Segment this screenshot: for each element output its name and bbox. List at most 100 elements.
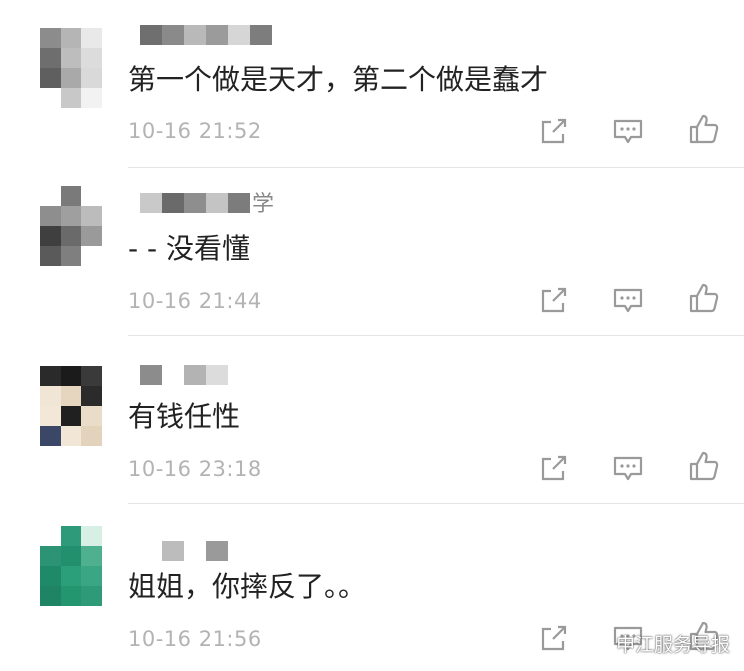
avatar-pixel <box>60 406 82 426</box>
avatar-pixel <box>60 386 82 406</box>
share-icon[interactable] <box>538 622 570 654</box>
avatar-pixel <box>40 526 61 546</box>
reply-icon-svg <box>613 456 643 481</box>
avatar-pixel <box>40 68 61 88</box>
avatar-pixel <box>81 186 102 206</box>
comment-time: 10-16 21:44 <box>128 289 262 313</box>
like-icon-svg <box>689 114 719 144</box>
like-icon[interactable] <box>688 113 720 145</box>
avatar-pixel <box>81 566 102 586</box>
username[interactable] <box>140 365 230 389</box>
share-icon-svg <box>541 455 567 481</box>
username[interactable] <box>140 541 230 565</box>
avatar-pixel <box>40 88 61 108</box>
avatar-pixel <box>81 226 102 246</box>
comment-text: 第一个做是天才，第二个做是蠢才 <box>128 63 549 96</box>
comment-time: 10-16 21:52 <box>128 119 262 143</box>
username-mosaic-block <box>140 193 162 213</box>
avatar[interactable] <box>40 366 102 446</box>
comment-time: 10-16 23:18 <box>128 457 262 481</box>
comment-time: 10-16 21:56 <box>128 627 262 651</box>
username-mosaic-block <box>184 193 206 213</box>
comment-text: 姐姐，你摔反了。。 <box>128 570 367 603</box>
avatar-pixel <box>81 386 102 406</box>
avatar-pixel <box>40 48 61 68</box>
username-mosaic-block <box>250 25 272 45</box>
avatar-pixel <box>81 206 102 226</box>
username-mosaic-block <box>184 541 206 561</box>
share-icon-svg <box>541 287 567 313</box>
username-mosaic <box>140 365 228 389</box>
username-mosaic-block <box>184 365 206 385</box>
comment-item: 有钱任性 10-16 23:18 <box>0 336 744 504</box>
reply-icon[interactable] <box>612 452 644 484</box>
comment-item: 第一个做是天才，第二个做是蠢才 10-16 21:52 <box>0 0 744 168</box>
avatar-pixel <box>60 226 82 246</box>
like-icon-svg <box>689 451 719 481</box>
comment-text: - - 没看懂 <box>128 232 251 265</box>
comment-item: 学 - - 没看懂 10-16 21:44 <box>0 168 744 336</box>
avatar-pixel <box>60 546 82 566</box>
wechat-logo-icon <box>586 633 612 652</box>
avatar-pixel <box>81 406 102 426</box>
reply-icon[interactable] <box>612 115 644 147</box>
share-icon[interactable] <box>538 115 570 147</box>
username[interactable]: 学 <box>140 192 275 217</box>
avatar-pixel <box>60 246 82 266</box>
avatar-pixel <box>60 88 82 108</box>
reply-icon-svg <box>613 288 643 313</box>
watermark: 申江服务导报 <box>586 627 730 659</box>
avatar-pixel <box>81 586 102 606</box>
avatar-pixel <box>40 366 61 386</box>
username-mosaic-block <box>162 541 184 561</box>
like-icon[interactable] <box>688 450 720 482</box>
username-mosaic <box>140 193 250 217</box>
avatar-pixel <box>60 586 82 606</box>
username-mosaic-block <box>206 25 228 45</box>
avatar-pixel <box>81 68 102 88</box>
avatar-pixel <box>40 406 61 426</box>
avatar-pixel <box>81 366 102 386</box>
username-mosaic-block <box>140 541 162 561</box>
reply-icon[interactable] <box>612 284 644 316</box>
avatar-pixel <box>40 246 61 266</box>
avatar-pixel <box>60 48 82 68</box>
username[interactable] <box>140 25 274 49</box>
share-icon-svg <box>541 625 567 651</box>
username-mosaic <box>140 25 272 49</box>
username-mosaic-block <box>206 193 228 213</box>
username-mosaic-block <box>228 25 250 45</box>
like-icon[interactable] <box>688 282 720 314</box>
avatar-pixel <box>81 246 102 266</box>
watermark-text: 申江服务导报 <box>616 633 731 656</box>
avatar-pixel <box>60 366 82 386</box>
avatar-pixel <box>60 426 82 446</box>
avatar-pixel <box>60 186 82 206</box>
avatar-pixel <box>81 88 102 108</box>
username-visible-text: 学 <box>252 192 275 217</box>
avatar-pixel <box>81 526 102 546</box>
avatar-pixel <box>81 48 102 68</box>
share-icon-svg <box>541 118 567 144</box>
share-icon[interactable] <box>538 284 570 316</box>
comment-text: 有钱任性 <box>128 400 241 433</box>
avatar-pixel <box>40 546 61 566</box>
share-icon[interactable] <box>538 452 570 484</box>
avatar-pixel <box>60 28 82 48</box>
username-mosaic-block <box>140 365 162 385</box>
username-mosaic <box>140 541 228 565</box>
avatar-pixel <box>60 206 82 226</box>
avatar-pixel <box>60 68 82 88</box>
username-mosaic-block <box>140 25 162 45</box>
avatar[interactable] <box>40 28 102 108</box>
username-mosaic-block <box>228 193 250 213</box>
like-icon-svg <box>689 283 719 313</box>
avatar-pixel <box>40 566 61 586</box>
comment-list: 第一个做是天才，第二个做是蠢才 10-16 21:52 学 - - 没看懂 10… <box>0 0 744 671</box>
avatar[interactable] <box>40 186 102 266</box>
username-mosaic-block <box>184 25 206 45</box>
reply-icon-svg <box>613 119 643 144</box>
avatar-pixel <box>40 28 61 48</box>
avatar-pixel <box>40 586 61 606</box>
avatar[interactable] <box>40 526 102 606</box>
